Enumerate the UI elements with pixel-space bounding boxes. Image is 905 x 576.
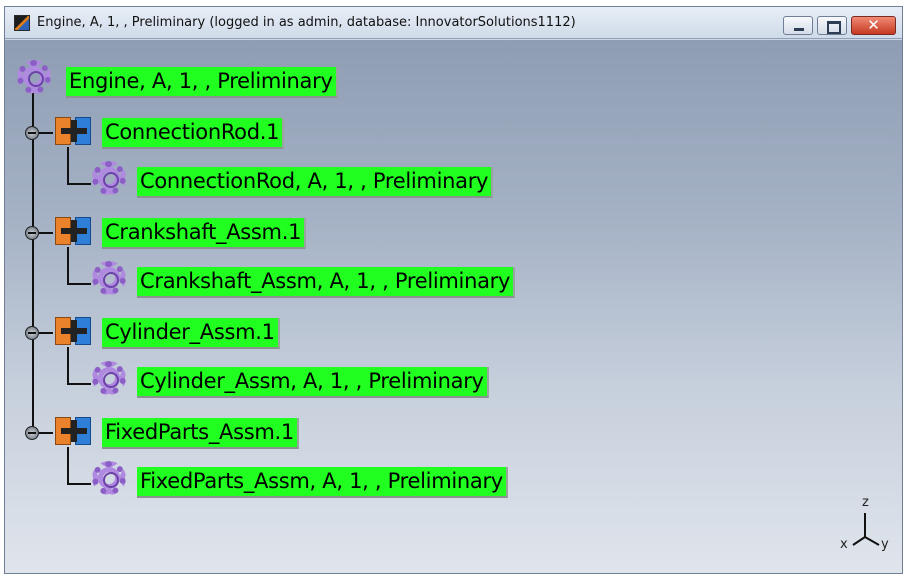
axis-label-y: y: [881, 537, 889, 552]
axis-label-x: x: [840, 537, 848, 552]
tree-branch-line: [39, 332, 53, 334]
close-button[interactable]: ✕: [851, 16, 896, 35]
title-bar[interactable]: Engine, A, 1, , Preliminary (logged in a…: [5, 7, 902, 39]
product-icon: [55, 117, 93, 147]
maximize-button[interactable]: [817, 16, 847, 35]
tree-node-instance[interactable]: ConnectionRod.1: [102, 118, 285, 149]
tree-branch-line: [39, 232, 53, 234]
collapse-toggle[interactable]: [25, 426, 39, 440]
maximize-icon: [818, 17, 846, 34]
collapse-toggle[interactable]: [25, 226, 39, 240]
tree-branch-line: [67, 147, 69, 185]
tree-node-part[interactable]: ConnectionRod, A, 1, , Preliminary: [137, 167, 494, 198]
gear-icon: [92, 261, 126, 295]
specification-tree-viewport[interactable]: Engine, A, 1, , Preliminary ConnectionRo…: [5, 40, 902, 573]
tree-branch-line: [67, 383, 91, 385]
product-icon: [55, 217, 93, 247]
minimize-button[interactable]: [783, 16, 813, 35]
gear-icon: [92, 461, 126, 495]
gear-icon: [92, 361, 126, 395]
axis-compass[interactable]: z x y: [840, 495, 897, 553]
app-window: Engine, A, 1, , Preliminary (logged in a…: [4, 6, 903, 574]
tree-node-part[interactable]: Cylinder_Assm, A, 1, , Preliminary: [137, 367, 489, 398]
tree-branch-line: [39, 132, 53, 134]
tree-node-instance[interactable]: FixedParts_Assm.1: [102, 418, 299, 449]
tree-node-root[interactable]: Engine, A, 1, , Preliminary: [66, 67, 338, 98]
tree-branch-line: [67, 483, 91, 485]
window-title: Engine, A, 1, , Preliminary (logged in a…: [37, 15, 576, 30]
tree-node-instance[interactable]: Cylinder_Assm.1: [102, 318, 280, 349]
app-icon: [14, 15, 30, 31]
product-icon: [55, 417, 93, 447]
tree-branch-line: [67, 183, 91, 185]
tree-node-instance[interactable]: Crankshaft_Assm.1: [102, 218, 307, 249]
axis-label-z: z: [862, 495, 869, 510]
collapse-toggle[interactable]: [25, 126, 39, 140]
collapse-toggle[interactable]: [25, 326, 39, 340]
tree-node-part[interactable]: FixedParts_Assm, A, 1, , Preliminary: [137, 467, 508, 498]
product-icon: [55, 317, 93, 347]
minimize-icon: [784, 17, 812, 34]
tree-branch-line: [67, 447, 69, 485]
tree-branch-line: [67, 247, 69, 285]
gear-icon: [92, 161, 126, 195]
close-icon: ✕: [867, 16, 880, 34]
tree-branch-line: [39, 432, 53, 434]
tree-node-part[interactable]: Crankshaft_Assm, A, 1, , Preliminary: [137, 267, 516, 298]
gear-icon: [17, 60, 51, 94]
tree-branch-line: [67, 283, 91, 285]
tree-branch-line: [67, 347, 69, 385]
